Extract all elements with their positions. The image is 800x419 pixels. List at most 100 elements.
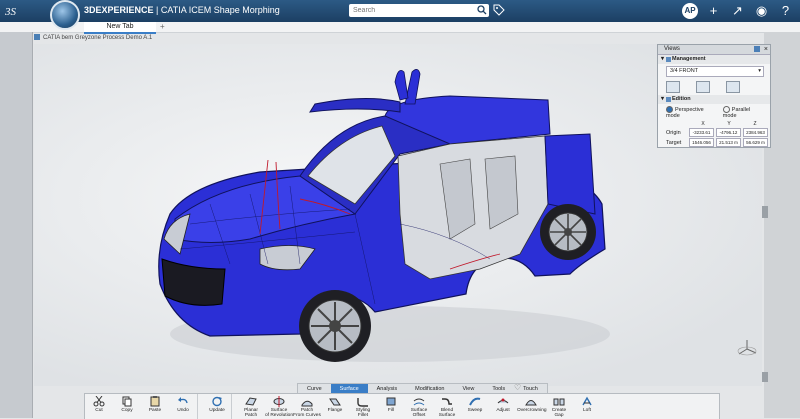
planar-patch-icon	[245, 397, 257, 406]
axis-z-label: Z	[753, 121, 757, 127]
close-icon[interactable]: ×	[764, 45, 768, 54]
view-select[interactable]: 3/4 FRONT ▾	[666, 66, 764, 77]
chevron-down-icon: ▾	[661, 56, 665, 62]
panel-expand-handle[interactable]	[762, 206, 768, 218]
3ds-logo-icon[interactable]: 3S	[4, 3, 22, 19]
adjust-label: Adjust	[496, 408, 510, 413]
edition-icon	[666, 97, 671, 102]
origin-y-field[interactable]: -4796.12	[716, 128, 741, 137]
origin-row: Origin -3233.61 -4796.12 2384.963	[658, 128, 770, 137]
management-section-header[interactable]: ▾ Management	[658, 55, 770, 64]
styling-fillet-button[interactable]: Styling Fillet	[349, 394, 377, 419]
apply-view-icon[interactable]	[726, 81, 740, 93]
flange-label: Flange	[327, 408, 343, 413]
add-icon[interactable]: +	[705, 2, 722, 19]
cut-label: Cut	[95, 408, 103, 413]
brand-name: 3DEXPERIENCE	[84, 5, 154, 15]
origin-label: Origin	[666, 129, 681, 136]
perspective-mode-radio[interactable]: Perspective mode	[666, 106, 715, 119]
app-title: 3DEXPERIENCE | CATIA ICEM Shape Morphing	[84, 5, 280, 15]
adjust-button[interactable]: Adjust	[489, 394, 517, 419]
overcrowning-button[interactable]: Overcrowning	[517, 394, 547, 419]
car-3d-model[interactable]	[150, 64, 612, 368]
loft-button[interactable]: Loft	[573, 394, 601, 419]
compass-small-icon[interactable]: ◉	[753, 2, 770, 19]
paste-label: Paste	[148, 408, 162, 413]
axis-compass-icon[interactable]	[736, 338, 758, 360]
sweep-button[interactable]: Sweep	[461, 394, 489, 419]
tag-icon[interactable]	[493, 4, 505, 16]
management-label: Management	[672, 56, 706, 62]
copy-button[interactable]: Copy	[113, 394, 141, 419]
origin-z-field[interactable]: 2384.963	[743, 128, 768, 137]
surface-of-revolution-icon	[273, 396, 285, 407]
surface-offset-button[interactable]: Surface Offset	[405, 394, 433, 419]
document-icon	[34, 34, 40, 41]
patch-from-curves-button[interactable]: Patch From Curves	[293, 394, 321, 419]
views-panel-title: Views	[664, 46, 680, 52]
styling-fillet-icon	[357, 398, 368, 407]
favorite-icon[interactable]: ♡	[514, 383, 521, 392]
undo-label: Undo	[177, 408, 189, 413]
views-panel-header[interactable]: Views ×	[658, 45, 770, 55]
undo-button[interactable]: Undo	[169, 394, 198, 419]
compass-icon[interactable]	[50, 0, 80, 30]
document-tree-header[interactable]: CATIA bem Greyzone Process Demo A.1	[34, 33, 152, 43]
planar-patch-button[interactable]: Planar Patch	[237, 394, 265, 419]
capture-view-icon[interactable]	[666, 81, 680, 93]
target-z-field[interactable]: 56.629 m	[743, 138, 768, 147]
surface-offset-label: Surface Offset	[410, 408, 428, 418]
scissors-icon	[93, 396, 105, 407]
parallel-mode-radio[interactable]: Parallel mode	[722, 106, 762, 119]
svg-text:3S: 3S	[4, 6, 17, 18]
product-name: CATIA ICEM Shape Morphing	[160, 5, 280, 15]
paste-icon	[150, 396, 160, 407]
share-icon[interactable]: ↗	[729, 2, 746, 19]
search-input[interactable]	[349, 4, 489, 17]
fill-button[interactable]: Fill	[377, 394, 405, 419]
pin-icon[interactable]	[754, 46, 760, 52]
sweep-icon	[469, 397, 481, 406]
paste-button[interactable]: Paste	[141, 394, 169, 419]
axis-x-label: X	[701, 121, 705, 127]
overcrowning-label: Overcrowning	[517, 408, 547, 413]
blend-surface-icon	[442, 398, 452, 405]
delete-view-icon[interactable]	[696, 81, 710, 93]
surface-offset-icon	[413, 398, 425, 406]
blend-surface-button[interactable]: Blend Surface	[433, 394, 461, 419]
left-side-panel	[0, 32, 33, 418]
help-icon[interactable]: ?	[777, 2, 794, 19]
target-x-field[interactable]: 1546.056	[689, 138, 714, 147]
flange-button[interactable]: Flange	[321, 394, 349, 419]
copy-label: Copy	[121, 408, 133, 413]
update-icon	[212, 396, 222, 407]
sweep-label: Sweep	[467, 408, 483, 413]
document-title: CATIA bem Greyzone Process Demo A.1	[43, 35, 153, 41]
flange-icon	[329, 398, 341, 406]
edition-section-header[interactable]: ▾ Edition	[658, 95, 770, 104]
surface-of-revolution-label: Surface of Revolution	[265, 408, 293, 418]
add-tab-button[interactable]: +	[160, 22, 165, 32]
selected-view: 3/4 FRONT	[670, 68, 699, 74]
overcrowning-icon	[525, 400, 537, 406]
axis-y-label: Y	[727, 121, 731, 127]
surface-of-revolution-button[interactable]: Surface of Revolution	[265, 394, 293, 419]
panel-expand-handle-bottom[interactable]	[762, 372, 768, 382]
styling-fillet-label: Styling Fillet	[355, 408, 371, 418]
tab-bar: New Tab +	[0, 22, 800, 34]
target-row: Target 1546.056 21.513 m 56.629 m	[658, 138, 770, 147]
management-icon	[666, 57, 671, 62]
action-bar: Cut Copy Paste Undo Update Planar Patch …	[84, 393, 720, 419]
create-gap-label: Create Gap	[551, 408, 567, 418]
update-label: Update	[209, 408, 225, 413]
radio-selected-icon	[666, 106, 673, 113]
cut-button[interactable]: Cut	[85, 394, 113, 419]
target-y-field[interactable]: 21.513 m	[716, 138, 741, 147]
origin-x-field[interactable]: -3233.61	[689, 128, 714, 137]
radio-empty-icon	[722, 106, 730, 113]
search-icon[interactable]	[477, 5, 487, 15]
update-button[interactable]: Update	[203, 394, 232, 419]
dropdown-arrow-icon: ▾	[758, 68, 761, 74]
user-avatar[interactable]: AP	[682, 2, 698, 19]
create-gap-button[interactable]: Create Gap	[545, 394, 573, 419]
